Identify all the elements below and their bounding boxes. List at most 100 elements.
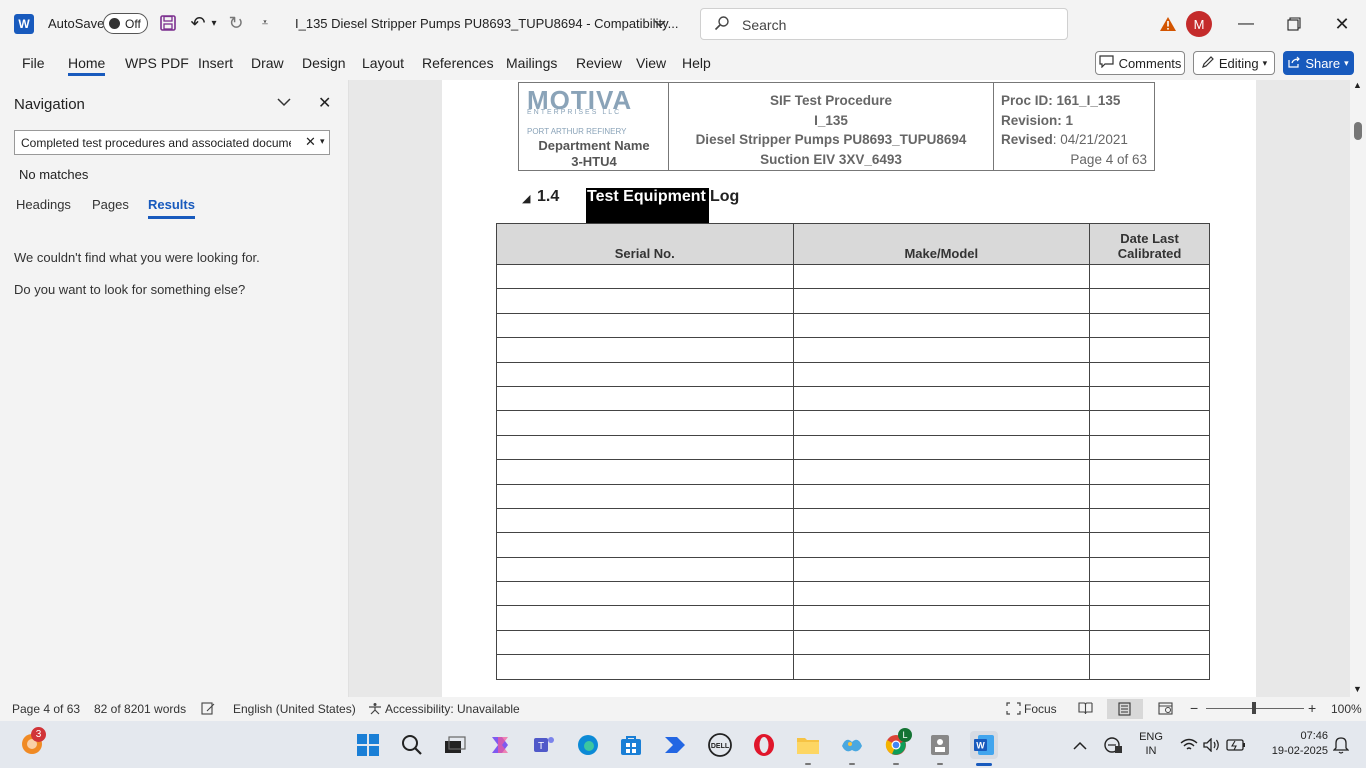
table-cell[interactable] (496, 507, 794, 534)
battery-icon[interactable] (1222, 731, 1250, 759)
table-cell[interactable] (1089, 263, 1210, 290)
tab-draw[interactable]: Draw (251, 55, 284, 71)
table-cell[interactable] (792, 312, 1091, 339)
page-indicator[interactable]: Page 4 of 63 (12, 702, 80, 716)
table-cell[interactable] (496, 459, 794, 485)
input-language-indicator[interactable]: ENG IN (1136, 730, 1166, 758)
navigation-search-field[interactable]: ✕ ▾ (14, 130, 330, 155)
autosave-toggle[interactable]: Off (103, 13, 148, 34)
table-cell[interactable] (792, 459, 1091, 485)
start-menu-icon[interactable] (354, 731, 382, 759)
table-cell[interactable] (496, 532, 794, 558)
table-cell[interactable] (792, 263, 1091, 290)
scroll-down-icon[interactable]: ▼ (1353, 684, 1362, 694)
zoom-out-icon[interactable]: − (1190, 700, 1198, 716)
scroll-up-icon[interactable]: ▲ (1353, 80, 1362, 90)
language-indicator[interactable]: English (United States) (233, 702, 356, 716)
table-cell[interactable] (496, 434, 794, 461)
pane-options-chevron-icon[interactable] (277, 94, 291, 110)
search-options-chevron-icon[interactable]: ▾ (320, 136, 325, 147)
show-hidden-icons-chevron[interactable] (1066, 731, 1094, 759)
table-cell[interactable] (1089, 654, 1210, 680)
tab-pages[interactable]: Pages (92, 197, 129, 212)
taskbar-search-icon[interactable] (398, 731, 426, 759)
table-cell[interactable] (792, 410, 1091, 436)
warning-icon[interactable] (1158, 14, 1178, 34)
tab-references[interactable]: References (422, 55, 494, 71)
web-layout-icon[interactable] (1158, 702, 1173, 718)
scrollbar-thumb[interactable] (1354, 122, 1362, 140)
table-cell[interactable] (1089, 361, 1210, 387)
table-cell[interactable] (1089, 629, 1210, 656)
zoom-level[interactable]: 100% (1331, 702, 1362, 716)
table-cell[interactable] (792, 385, 1091, 412)
share-button[interactable]: Share ▾ (1283, 51, 1354, 75)
document-title[interactable]: I_135 Diesel Stripper Pumps PU8693_TUPU8… (295, 16, 678, 31)
accessibility-status[interactable]: Accessibility: Unavailable (385, 702, 520, 716)
tab-home[interactable]: Home (68, 55, 106, 76)
zoom-in-icon[interactable]: + (1308, 700, 1316, 716)
table-cell[interactable] (1089, 410, 1210, 436)
table-cell[interactable] (1089, 483, 1210, 509)
table-cell[interactable] (496, 556, 794, 583)
table-cell[interactable] (792, 483, 1091, 509)
tab-review[interactable]: Review (576, 55, 622, 71)
document-page[interactable]: MOTIVA ENTERPRISES LLC PORT ARTHUR REFIN… (442, 80, 1256, 697)
close-pane-icon[interactable]: ✕ (318, 93, 331, 113)
table-cell[interactable] (792, 507, 1091, 534)
table-cell[interactable] (496, 263, 794, 290)
close-window-icon[interactable]: ✕ (1328, 12, 1356, 36)
photos-app-icon[interactable] (838, 731, 866, 759)
table-cell[interactable] (792, 556, 1091, 583)
redo-icon[interactable]: ↻ (226, 13, 246, 33)
table-cell[interactable] (496, 654, 794, 680)
collapse-heading-icon[interactable]: ◢ (522, 192, 530, 205)
table-cell[interactable] (792, 605, 1091, 631)
table-cell[interactable] (1089, 556, 1210, 583)
edge-icon[interactable] (574, 731, 602, 759)
comments-button[interactable]: Comments (1095, 51, 1185, 75)
table-cell[interactable] (1089, 337, 1210, 363)
table-cell[interactable] (496, 410, 794, 436)
word-count[interactable]: 82 of 8201 words (94, 702, 186, 716)
table-cell[interactable] (496, 581, 794, 607)
tab-file[interactable]: File (22, 55, 45, 71)
tab-view[interactable]: View (636, 55, 666, 71)
clear-search-icon[interactable]: ✕ (305, 134, 316, 150)
table-cell[interactable] (1089, 312, 1210, 339)
save-icon[interactable] (158, 13, 178, 33)
title-chevron-down-icon[interactable] (652, 14, 668, 34)
copilot-icon[interactable] (486, 731, 514, 759)
table-cell[interactable] (792, 654, 1091, 680)
table-cell[interactable] (792, 361, 1091, 387)
section-title-selected[interactable]: Test Equipment (587, 188, 706, 206)
proofing-icon[interactable] (201, 702, 215, 718)
user-avatar[interactable]: M (1186, 11, 1212, 37)
focus-icon[interactable] (1006, 702, 1021, 718)
word-taskbar-icon[interactable]: W (970, 731, 998, 759)
table-cell[interactable] (792, 288, 1091, 314)
dell-icon[interactable]: DELL (706, 731, 734, 759)
minimize-icon[interactable]: — (1232, 12, 1260, 36)
tab-design[interactable]: Design (302, 55, 346, 71)
table-cell[interactable] (1089, 605, 1210, 631)
table-cell[interactable] (1089, 385, 1210, 412)
file-explorer-icon[interactable] (794, 731, 822, 759)
table-cell[interactable] (1089, 581, 1210, 607)
navigation-search-input[interactable] (21, 134, 291, 152)
tab-help[interactable]: Help (682, 55, 711, 71)
table-cell[interactable] (496, 312, 794, 339)
table-cell[interactable] (496, 483, 794, 509)
zoom-slider-thumb[interactable] (1252, 702, 1256, 714)
editing-mode-button[interactable]: Editing ▾ (1193, 51, 1275, 75)
notification-center-icon[interactable] (1330, 731, 1352, 759)
maximize-icon[interactable] (1280, 12, 1308, 36)
customize-toolbar-icon[interactable]: ⩡ (258, 15, 272, 31)
table-cell[interactable] (1089, 532, 1210, 558)
table-cell[interactable] (792, 581, 1091, 607)
accessibility-icon[interactable] (368, 702, 382, 718)
remote-desktop-icon[interactable] (926, 731, 954, 759)
focus-mode-button[interactable]: Focus (1024, 702, 1057, 716)
tab-insert[interactable]: Insert (198, 55, 233, 71)
table-cell[interactable] (496, 361, 794, 387)
